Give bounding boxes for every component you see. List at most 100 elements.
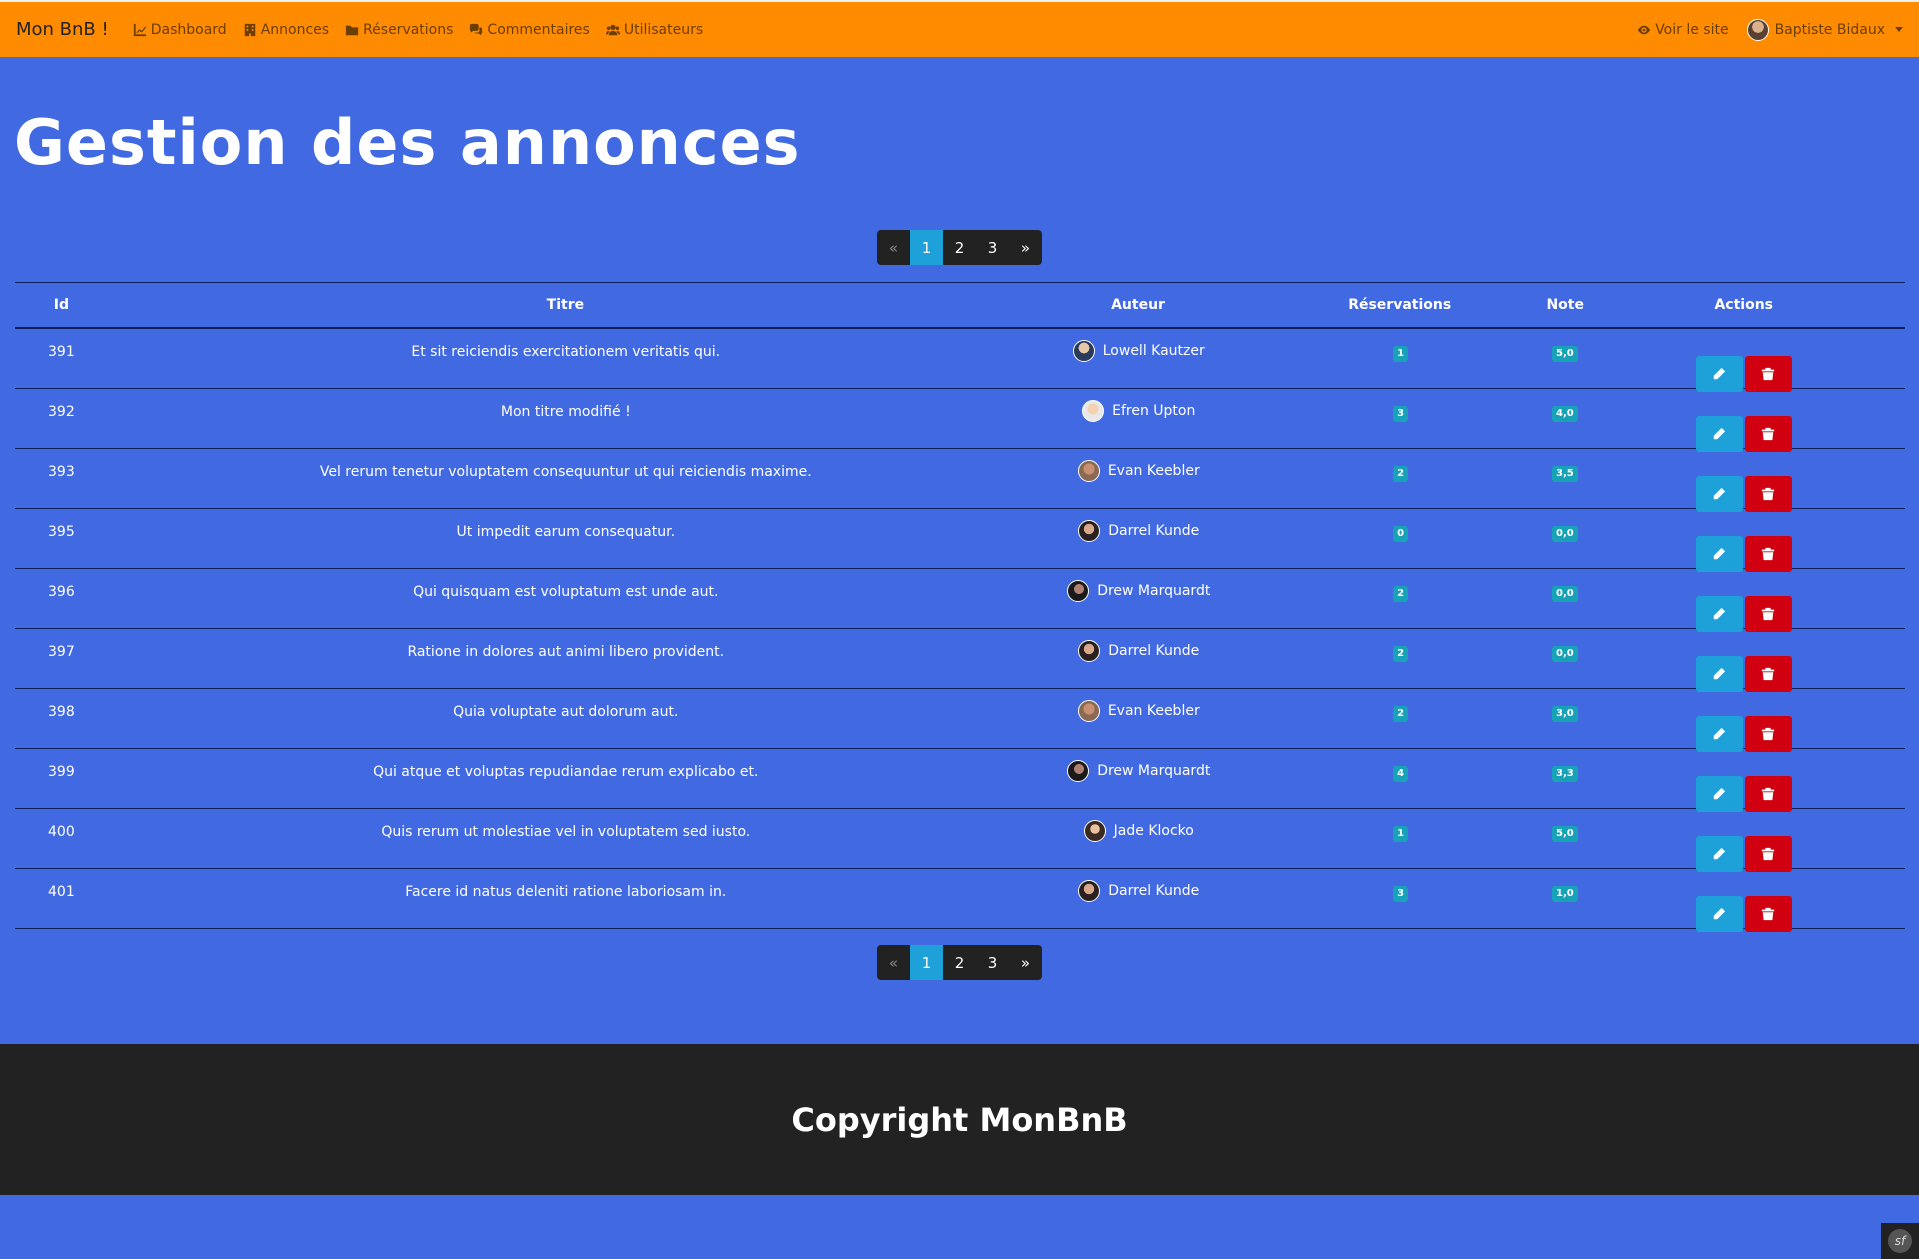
cell-reservations: 2 <box>1254 449 1548 482</box>
cell-note: 0,0 <box>1548 569 1583 602</box>
row-actions <box>1695 704 1792 752</box>
user-name: Baptiste Bidaux <box>1774 21 1885 38</box>
cell-auteur: Jade Klocko <box>1024 809 1254 846</box>
nav-item-label: Utilisateurs <box>623 21 704 38</box>
delete-button[interactable] <box>1744 716 1792 752</box>
cell-id: 393 <box>48 464 75 480</box>
edit-button[interactable] <box>1695 716 1743 752</box>
cell-note: 5,0 <box>1548 329 1583 362</box>
nav-item-label: Annonces <box>260 21 330 38</box>
cell-actions <box>1582 569 1905 632</box>
author-link[interactable]: Efren Upton <box>1082 400 1195 422</box>
delete-button[interactable] <box>1744 476 1792 512</box>
author-link[interactable]: Drew Marquardt <box>1067 580 1210 602</box>
edit-button[interactable] <box>1695 536 1743 572</box>
note-badge: 3,5 <box>1552 466 1578 482</box>
delete-button[interactable] <box>1744 416 1792 452</box>
reservations-badge: 2 <box>1393 706 1409 722</box>
pagination-page-1[interactable]: 1 <box>910 945 943 980</box>
cell-titre: Ratione in dolores aut animi libero prov… <box>407 644 725 660</box>
symfony-icon: sf <box>1888 1229 1912 1253</box>
cell-titre: Qui quisquam est voluptatum est unde aut… <box>413 584 719 600</box>
pagination-page-3[interactable]: 3 <box>976 230 1009 265</box>
edit-button[interactable] <box>1695 596 1743 632</box>
view-site-label: Voir le site <box>1655 21 1729 38</box>
annonces-table: Id Titre Auteur Réservations Note Action… <box>15 282 1905 932</box>
user-menu-toggle[interactable]: Baptiste Bidaux <box>1746 18 1903 41</box>
row-actions <box>1695 344 1792 392</box>
cell-id: 392 <box>48 404 75 420</box>
delete-button[interactable] <box>1744 536 1792 572</box>
author-link[interactable]: Darrel Kunde <box>1078 880 1199 902</box>
author-name: Drew Marquardt <box>1097 583 1211 599</box>
brand-link[interactable]: Mon BnB ! <box>16 19 109 40</box>
cell-auteur: Lowell Kautzer <box>1024 329 1254 366</box>
nav-item-reservations[interactable]: Réservations <box>345 22 453 38</box>
pagination-next[interactable]: » <box>1009 945 1042 980</box>
column-header-titre: Titre <box>546 297 585 313</box>
trash-icon <box>1762 607 1775 621</box>
pencil-icon <box>1713 847 1726 860</box>
cell-note: 1,0 <box>1548 869 1583 902</box>
edit-button[interactable] <box>1695 356 1743 392</box>
edit-button[interactable] <box>1695 776 1743 812</box>
delete-button[interactable] <box>1744 776 1792 812</box>
avatar <box>1067 580 1090 602</box>
column-header-reservations: Réservations <box>1348 297 1452 313</box>
reservations-badge: 2 <box>1393 586 1409 602</box>
delete-button[interactable] <box>1744 656 1792 692</box>
delete-button[interactable] <box>1744 356 1792 392</box>
edit-button[interactable] <box>1695 416 1743 452</box>
page-title: Gestion des annonces <box>14 106 801 179</box>
cell-titre: Facere id natus deleniti ratione laborio… <box>405 884 727 900</box>
reservations-badge: 1 <box>1393 826 1409 842</box>
pagination-page-2[interactable]: 2 <box>943 230 976 265</box>
author-link[interactable]: Evan Keebler <box>1077 460 1200 482</box>
edit-button[interactable] <box>1695 656 1743 692</box>
delete-button[interactable] <box>1744 836 1792 872</box>
trash-icon <box>1762 847 1775 861</box>
view-site-link[interactable]: Voir le site <box>1637 21 1729 38</box>
reservations-badge: 0 <box>1393 526 1409 542</box>
nav-item-annonces[interactable]: Annonces <box>243 22 329 38</box>
author-link[interactable]: Jade Klocko <box>1083 820 1194 842</box>
edit-button[interactable] <box>1695 476 1743 512</box>
author-link[interactable]: Darrel Kunde <box>1078 520 1199 542</box>
comments-icon <box>470 23 483 35</box>
avatar <box>1078 880 1101 902</box>
cell-actions <box>1582 329 1905 392</box>
edit-button[interactable] <box>1695 896 1743 932</box>
author-link[interactable]: Lowell Kautzer <box>1072 340 1205 362</box>
note-badge: 5,0 <box>1552 346 1578 362</box>
symfony-toolbar-toggle[interactable]: sf <box>1881 1223 1919 1259</box>
pagination-page-2[interactable]: 2 <box>943 945 976 980</box>
note-badge: 0,0 <box>1552 526 1578 542</box>
cell-titre: Quia voluptate aut dolorum aut. <box>453 704 679 720</box>
pagination-page-3[interactable]: 3 <box>976 945 1009 980</box>
cell-reservations: 3 <box>1254 389 1548 422</box>
pencil-icon <box>1713 787 1726 800</box>
author-link[interactable]: Darrel Kunde <box>1078 640 1199 662</box>
note-badge: 3,3 <box>1552 766 1578 782</box>
row-actions <box>1695 824 1792 872</box>
delete-button[interactable] <box>1744 596 1792 632</box>
nav-item-dashboard[interactable]: Dashboard <box>133 22 227 38</box>
nav-item-commentaires[interactable]: Commentaires <box>469 22 590 38</box>
cell-note: 5,0 <box>1548 809 1583 842</box>
pagination-page-1[interactable]: 1 <box>910 230 943 265</box>
delete-button[interactable] <box>1744 896 1792 932</box>
row-actions <box>1695 884 1792 932</box>
nav-item-utilisateurs[interactable]: Utilisateurs <box>605 21 704 38</box>
table-row: 398 Quia voluptate aut dolorum aut. Evan K… <box>15 689 1905 752</box>
author-link[interactable]: Drew Marquardt <box>1067 760 1210 782</box>
chart-line-icon <box>133 23 146 36</box>
table-row: 401 Facere id natus deleniti ratione labo… <box>15 869 1905 932</box>
cell-auteur: Drew Marquardt <box>1024 569 1254 606</box>
column-header-actions: Actions <box>1714 297 1773 313</box>
eye-icon <box>1638 25 1651 34</box>
pagination-next[interactable]: » <box>1009 230 1042 265</box>
edit-button[interactable] <box>1695 836 1743 872</box>
footer-copyright: Copyright MonBnB <box>791 1100 1128 1139</box>
author-link[interactable]: Evan Keebler <box>1077 700 1200 722</box>
cell-auteur: Evan Keebler <box>1024 689 1254 726</box>
